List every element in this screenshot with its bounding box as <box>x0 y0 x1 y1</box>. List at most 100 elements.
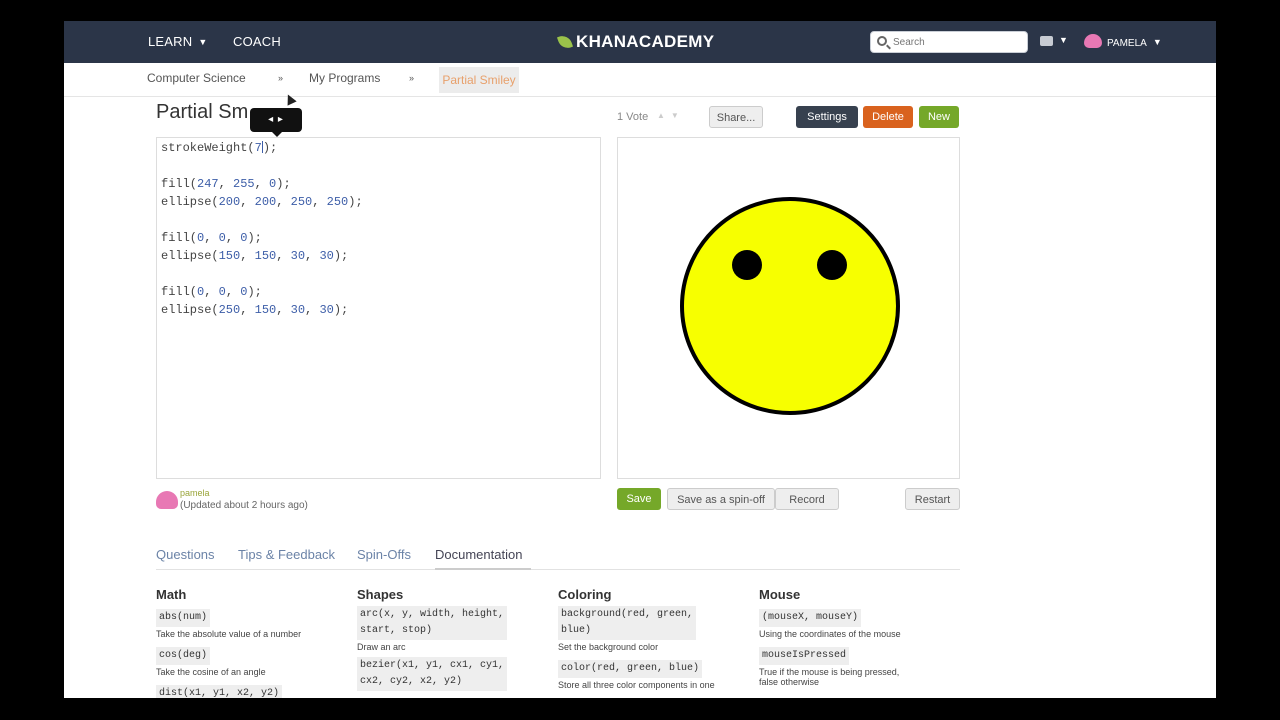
docs-code[interactable]: cos(deg) <box>156 647 211 665</box>
breadcrumb-separator: » <box>409 73 415 83</box>
share-button[interactable]: Share... <box>709 106 763 128</box>
tab-spin-offs[interactable]: Spin-Offs <box>357 547 411 562</box>
code-number[interactable]: 0 <box>197 285 204 299</box>
code-number[interactable]: 0 <box>197 231 204 245</box>
code-number[interactable]: 0 <box>240 285 247 299</box>
number-scrubber-tooltip[interactable]: ◂ ▸ <box>250 108 302 137</box>
code-number[interactable]: 250 <box>327 195 349 209</box>
code-number[interactable]: 247 <box>197 177 219 191</box>
docs-code[interactable]: (mouseX, mouseY) <box>759 609 862 627</box>
docs-code[interactable]: color(red, green, blue) <box>558 660 703 678</box>
vote-count: 1 Vote <box>617 111 649 123</box>
docs-desc: Using the coordinates of the mouse <box>759 629 901 639</box>
code-line[interactable]: ellipse(250, 150, 30, 30); <box>161 303 348 317</box>
restart-button[interactable]: Restart <box>905 488 960 510</box>
docs-mouse: Mouse (mouseX, mouseY) Using the coordin… <box>759 587 949 692</box>
docs-desc: Draw an arc <box>357 642 406 652</box>
record-button[interactable]: Record <box>775 488 839 510</box>
breadcrumb-current[interactable]: Partial Smiley <box>439 67 519 93</box>
code-number[interactable]: 0 <box>240 231 247 245</box>
code-number[interactable]: 30 <box>291 249 305 263</box>
user-name: PAMELA <box>1107 38 1147 49</box>
coach-link[interactable]: COACH <box>233 21 281 63</box>
docs-desc: Set the background color <box>558 642 659 652</box>
search-box[interactable] <box>870 31 1028 53</box>
save-button[interactable]: Save <box>617 488 661 510</box>
code-line[interactable]: fill(0, 0, 0); <box>161 285 262 299</box>
smiley-right-eye <box>817 250 847 280</box>
code-line[interactable]: ellipse(150, 150, 30, 30); <box>161 249 348 263</box>
save-spin-off-button[interactable]: Save as a spin-off <box>667 488 775 510</box>
docs-coloring: Coloring background(red, green, blue) Se… <box>558 587 748 695</box>
docs-code[interactable]: arc(x, y, width, height, start, stop) <box>357 606 508 640</box>
output-canvas[interactable] <box>617 137 960 479</box>
code-number[interactable]: 200 <box>255 195 277 209</box>
docs-math: Math abs(num) Take the absolute value of… <box>156 587 346 698</box>
leaf-icon <box>556 33 574 51</box>
docs-desc: Store all three color components in one <box>558 680 715 690</box>
active-tab-indicator <box>435 568 531 570</box>
docs-desc: Take the cosine of an angle <box>156 667 266 677</box>
delete-button[interactable]: Delete <box>863 106 913 128</box>
docs-code[interactable]: dist(x1, y1, x2, y2) <box>156 685 283 698</box>
code-number[interactable]: 150 <box>219 249 241 263</box>
code-number[interactable]: 0 <box>219 285 226 299</box>
logo-text: KHANACADEMY <box>576 32 715 51</box>
author-avatar[interactable] <box>156 491 178 509</box>
code-number[interactable]: 250 <box>291 195 313 209</box>
search-input[interactable] <box>893 32 1023 52</box>
docs-code[interactable]: bezier(x1, y1, cx1, cy1, cx2, cy2, x2, y… <box>357 657 508 691</box>
code-line[interactable]: fill(247, 255, 0); <box>161 177 291 191</box>
breadcrumb-my-programs[interactable]: My Programs <box>309 63 380 93</box>
code-line[interactable]: ellipse(200, 200, 250, 250); <box>161 195 363 209</box>
notifications-icon[interactable] <box>1040 36 1053 46</box>
vote-arrows-icon[interactable]: ▲▼ <box>657 111 685 120</box>
code-number[interactable]: 255 <box>233 177 255 191</box>
docs-code[interactable]: mouseIsPressed <box>759 647 850 665</box>
user-menu[interactable]: PAMELA ▼ <box>1107 21 1162 63</box>
code-number[interactable]: 0 <box>219 231 226 245</box>
code-number[interactable]: 30 <box>319 249 333 263</box>
code-number[interactable]: 200 <box>219 195 241 209</box>
author-name[interactable]: pamela <box>180 488 210 498</box>
smiley-face <box>680 197 900 415</box>
code-number[interactable]: 7 <box>255 141 262 155</box>
smiley-left-eye <box>732 250 762 280</box>
breadcrumb-computer-science[interactable]: Computer Science <box>147 63 246 93</box>
code-number[interactable]: 30 <box>319 303 333 317</box>
chevron-down-icon[interactable]: ▼ <box>1059 35 1068 45</box>
code-editor[interactable]: strokeWeight(7); fill(247, 255, 0); elli… <box>156 137 601 479</box>
breadcrumb-separator: » <box>278 73 284 83</box>
code-number[interactable]: 250 <box>219 303 241 317</box>
avatar[interactable] <box>1084 34 1102 48</box>
tab-documentation[interactable]: Documentation <box>435 547 522 562</box>
docs-heading: Math <box>156 587 187 602</box>
breadcrumb: Computer Science » My Programs » Partial… <box>64 63 1216 97</box>
app-window: LEARN ▼ COACH KHANACADEMY ▼ PAMELA ▼ Compu… <box>64 21 1216 698</box>
program-title[interactable]: Partial Sm <box>156 101 248 124</box>
code-line[interactable]: fill(0, 0, 0); <box>161 231 262 245</box>
docs-code[interactable]: background(red, green, blue) <box>558 606 697 640</box>
smiley-drawing <box>680 197 900 415</box>
tab-questions[interactable]: Questions <box>156 547 215 562</box>
code-number[interactable]: 0 <box>269 177 276 191</box>
code-number[interactable]: 150 <box>255 303 277 317</box>
settings-button[interactable]: Settings <box>796 106 858 128</box>
docs-shapes: Shapes arc(x, y, width, height, start, s… <box>357 587 547 693</box>
search-icon <box>877 36 887 46</box>
code-number[interactable]: 150 <box>255 249 277 263</box>
code-text: ); <box>262 141 278 155</box>
code-line[interactable]: strokeWeight(7); <box>161 141 277 155</box>
chevron-down-icon: ▼ <box>1152 37 1162 47</box>
new-button[interactable]: New <box>919 106 959 128</box>
khan-academy-logo[interactable]: KHANACADEMY <box>556 31 715 53</box>
learn-menu[interactable]: LEARN ▼ <box>148 21 207 63</box>
tab-tips-feedback[interactable]: Tips & Feedback <box>238 547 335 562</box>
top-nav: LEARN ▼ COACH KHANACADEMY ▼ PAMELA ▼ <box>64 21 1216 63</box>
docs-desc: Take the absolute value of a number <box>156 629 302 639</box>
docs-code[interactable]: abs(num) <box>156 609 211 627</box>
chevron-down-icon: ▼ <box>198 37 208 47</box>
docs-heading: Mouse <box>759 587 801 602</box>
learn-label: LEARN <box>148 34 193 49</box>
code-number[interactable]: 30 <box>291 303 305 317</box>
